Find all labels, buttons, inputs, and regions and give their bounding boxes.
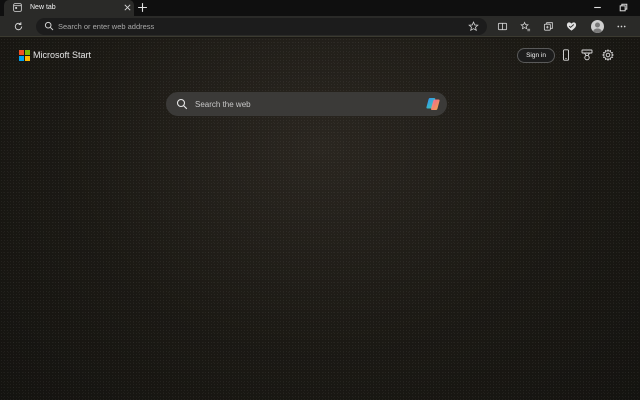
microsoft-start-brand[interactable]: Microsoft Start <box>19 50 91 61</box>
refresh-icon[interactable] <box>13 21 24 32</box>
close-tab-icon[interactable] <box>123 3 132 12</box>
user-icon <box>593 22 602 33</box>
more-icon[interactable] <box>616 21 627 32</box>
new-tab-button[interactable] <box>137 2 148 13</box>
rewards-icon[interactable] <box>581 49 593 61</box>
web-search-box[interactable] <box>166 92 447 116</box>
address-bar[interactable] <box>36 18 487 35</box>
new-tab-page: Microsoft Start Sign in <box>0 38 640 400</box>
favorites-icon[interactable] <box>520 21 531 32</box>
new-tab-page-icon <box>13 3 22 12</box>
split-screen-icon[interactable] <box>497 21 508 32</box>
search-icon <box>44 21 54 31</box>
settings-icon[interactable] <box>602 49 614 61</box>
tab-strip: New tab <box>0 0 640 16</box>
logo-blue <box>19 56 24 61</box>
logo-yellow <box>25 56 30 61</box>
add-favorite-star-icon[interactable] <box>468 21 479 32</box>
browser-toolbar <box>0 16 640 37</box>
tab-new-tab[interactable]: New tab <box>4 0 134 16</box>
sign-in-button[interactable]: Sign in <box>517 48 555 63</box>
browser-essentials-icon[interactable] <box>566 21 577 32</box>
profile-avatar[interactable] <box>591 20 604 33</box>
search-icon <box>176 98 188 110</box>
mobile-phone-icon[interactable] <box>560 49 572 61</box>
restore-icon[interactable] <box>618 2 629 13</box>
microsoft-logo-icon <box>19 50 30 61</box>
tab-title: New tab <box>30 4 56 11</box>
brand-name: Microsoft Start <box>33 50 92 60</box>
copilot-icon[interactable] <box>425 96 441 112</box>
logo-red <box>19 50 24 55</box>
address-input[interactable] <box>58 19 458 34</box>
collections-icon[interactable] <box>543 21 554 32</box>
web-search-input[interactable] <box>195 96 415 112</box>
minimize-icon[interactable] <box>592 2 603 13</box>
logo-green <box>25 50 30 55</box>
